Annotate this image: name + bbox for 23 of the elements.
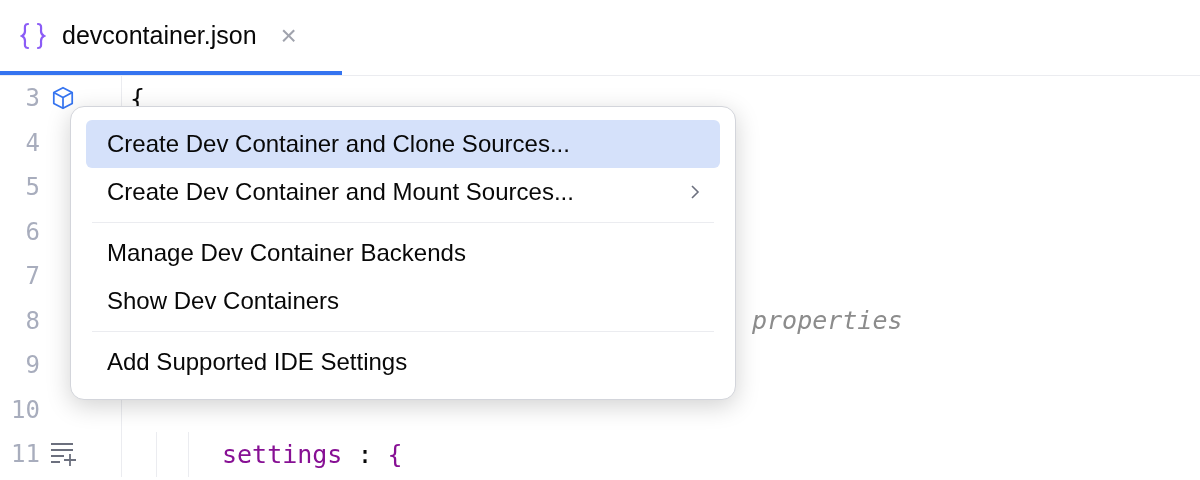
code-token: : <box>356 438 374 471</box>
tab-title: devcontainer.json <box>62 19 257 51</box>
code-token: { <box>387 438 403 471</box>
braces-icon <box>20 21 46 50</box>
line-number: 11 <box>10 439 40 471</box>
line-number: 3 <box>24 83 40 115</box>
line-number: 10 <box>10 394 40 426</box>
menu-item[interactable]: Create Dev Container and Clone Sources... <box>86 120 720 168</box>
cube-icon[interactable] <box>50 85 76 112</box>
code-token: settings <box>222 438 343 471</box>
line-number: 5 <box>24 172 40 204</box>
menu-item[interactable]: Manage Dev Container Backends <box>86 229 720 277</box>
menu-item[interactable]: Add Supported IDE Settings <box>86 338 720 386</box>
menu-item[interactable]: Show Dev Containers <box>86 277 720 325</box>
line-number: 8 <box>24 305 40 337</box>
line-number: 4 <box>24 127 40 159</box>
line-number: 9 <box>24 350 40 382</box>
code-comment: properties <box>751 305 903 337</box>
editor-tab[interactable]: devcontainer.json × <box>0 0 342 75</box>
line-number: 6 <box>24 216 40 248</box>
menu-item[interactable]: Create Dev Container and Mount Sources... <box>86 168 720 216</box>
list-add-icon[interactable] <box>50 441 78 468</box>
line-number: 7 <box>24 261 40 293</box>
